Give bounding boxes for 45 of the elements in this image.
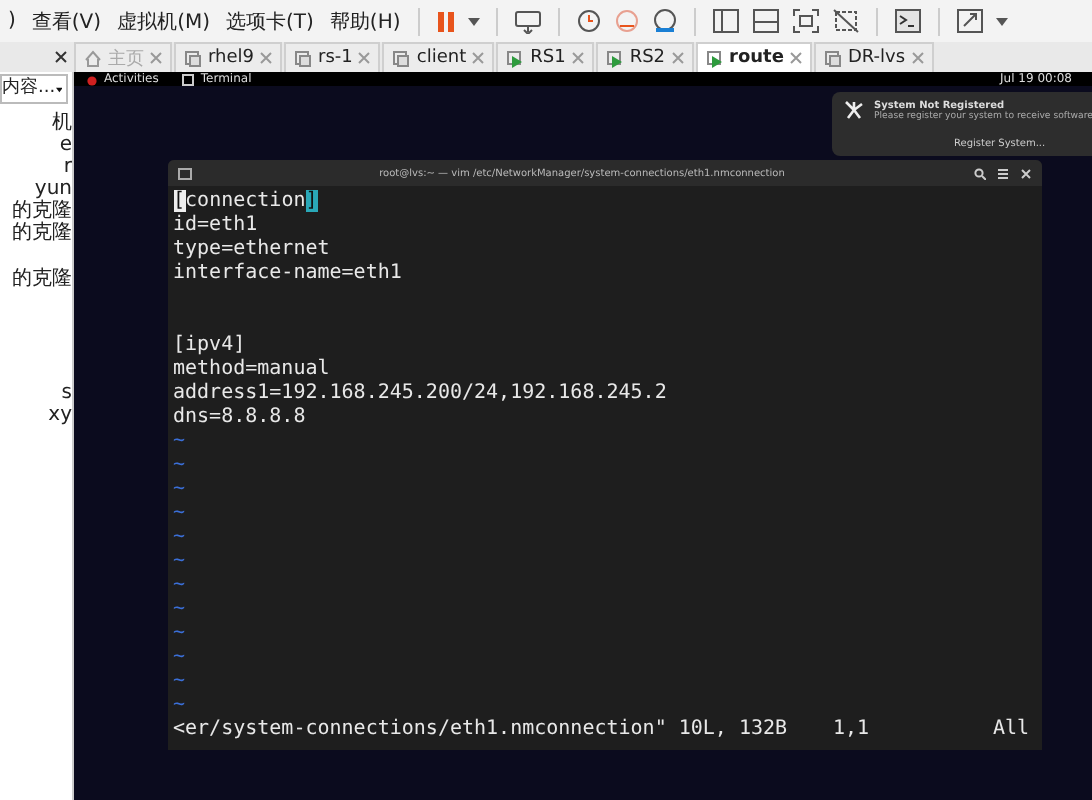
library-item[interactable]: e [59,134,72,156]
code-line: type=ethernet [173,238,332,262]
tab[interactable]: client [382,42,495,72]
menu-item[interactable]: 虚拟机(M) [109,7,218,35]
tab[interactable]: route [695,42,812,72]
tab[interactable]: rhel9 [174,42,283,72]
code-line: method=manual [173,358,332,382]
library-item[interactable]: r [63,156,72,178]
search-field[interactable]: 内容... [0,74,68,104]
tab[interactable]: RS2 [595,42,694,72]
empty-line-marker: ~ [173,502,188,526]
menu-item[interactable]: 帮助(H) [321,7,409,35]
empty-line-marker: ~ [173,526,188,550]
code-line: [ipv4] [173,334,248,358]
empty-line-marker: ~ [173,454,188,478]
library-item[interactable]: 机 [52,112,72,134]
status-message: <er/system-connections/eth1.nmconnection" 10L, 132B [173,718,788,742]
empty-line-marker: ~ [173,550,188,574]
empty-line-marker: ~ [173,598,188,622]
tab[interactable]: RS1 [496,42,594,72]
empty-line-marker: ~ [173,622,188,646]
empty-line-marker: ~ [173,430,188,454]
code-line: address1=192.168.245.200/24,192.168.245.2 [173,382,669,406]
library-item[interactable]: 的克隆 [12,268,72,290]
menu-item[interactable]: 选项卡(T) [218,7,322,35]
empty-line-marker: ~ [173,694,188,718]
code-line: dns=8.8.8.8 [173,406,308,430]
tab[interactable]: DR-lvs [813,42,934,72]
scroll-position: All [992,718,1029,742]
menu-item[interactable]: ) [0,10,24,32]
library-item[interactable]: 的克隆 [12,222,72,244]
code-line: [connection] [173,190,320,214]
empty-line-marker: ~ [173,574,188,598]
cursor-position: 1,1 [832,718,871,742]
library-item[interactable]: xy [48,404,72,426]
code-line: id=eth1 [173,214,260,238]
empty-line-marker: ~ [173,478,188,502]
library-item[interactable]: s [61,382,72,404]
menu-item[interactable]: 查看(V) [23,7,110,35]
code-line: interface-name=eth1 [173,262,404,286]
library-item[interactable]: 的克隆 [12,200,72,222]
empty-line-marker: ~ [173,670,188,694]
library-item[interactable]: yun [34,178,72,200]
empty-line-marker: ~ [173,646,188,670]
tab[interactable]: rs-1 [284,42,381,72]
